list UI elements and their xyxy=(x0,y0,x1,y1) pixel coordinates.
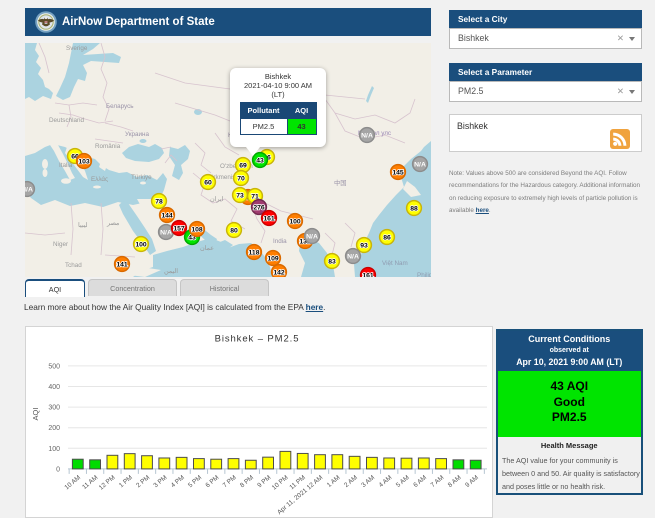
svg-text:3 PM: 3 PM xyxy=(152,474,168,489)
svg-text:6 AM: 6 AM xyxy=(412,474,428,489)
svg-text:Украина: Украина xyxy=(125,131,149,138)
svg-text:145: 145 xyxy=(392,169,404,176)
svg-text:70: 70 xyxy=(237,175,245,182)
svg-text:Việt Nam: Việt Nam xyxy=(382,260,408,267)
svg-text:România: România xyxy=(95,143,121,150)
svg-text:N/A: N/A xyxy=(25,186,33,193)
svg-text:Bishkek – PM2.5: Bishkek – PM2.5 xyxy=(215,334,300,345)
svg-text:2 AM: 2 AM xyxy=(343,474,359,489)
svg-text:161: 161 xyxy=(362,272,374,277)
svg-text:Türkiye: Türkiye xyxy=(131,174,152,181)
svg-text:N/A: N/A xyxy=(361,132,373,139)
svg-text:2 PM: 2 PM xyxy=(135,474,151,489)
svg-text:100: 100 xyxy=(48,446,60,453)
svg-text:India: India xyxy=(273,238,287,245)
svg-text:8 PM: 8 PM xyxy=(239,474,255,489)
svg-text:مصر: مصر xyxy=(106,220,119,227)
svg-text:103: 103 xyxy=(78,158,90,165)
svg-text:93: 93 xyxy=(360,242,368,249)
svg-text:Niger: Niger xyxy=(53,241,68,248)
svg-text:N/A: N/A xyxy=(347,253,359,260)
svg-text:200: 200 xyxy=(48,425,60,432)
svg-text:9 PM: 9 PM xyxy=(256,474,272,489)
svg-text:10 AM: 10 AM xyxy=(63,474,82,491)
svg-text:中国: 中国 xyxy=(334,178,347,187)
svg-text:73: 73 xyxy=(236,192,244,199)
svg-text:100: 100 xyxy=(135,241,147,248)
svg-text:Tchad: Tchad xyxy=(65,262,82,269)
svg-text:N/A: N/A xyxy=(160,229,172,236)
svg-text:10 PM: 10 PM xyxy=(271,474,290,491)
svg-text:88: 88 xyxy=(410,205,418,212)
svg-text:عمان: عمان xyxy=(200,245,214,252)
svg-text:86: 86 xyxy=(383,234,391,241)
svg-text:Беларусь: Беларусь xyxy=(106,103,134,110)
svg-text:5 AM: 5 AM xyxy=(395,474,411,489)
svg-text:3 AM: 3 AM xyxy=(360,474,376,489)
svg-text:60: 60 xyxy=(204,179,212,186)
svg-text:1 PM: 1 PM xyxy=(118,474,134,489)
svg-text:Deutschland: Deutschland xyxy=(49,117,85,124)
svg-text:118: 118 xyxy=(249,249,260,256)
svg-text:Sverige: Sverige xyxy=(66,45,88,52)
svg-text:7 PM: 7 PM xyxy=(222,474,238,489)
svg-text:11 AM: 11 AM xyxy=(81,474,99,491)
svg-text:400: 400 xyxy=(48,384,60,391)
svg-text:AQI: AQI xyxy=(31,408,40,421)
svg-text:N/A: N/A xyxy=(306,233,318,240)
svg-text:ايران: ايران xyxy=(210,196,224,203)
svg-text:5 PM: 5 PM xyxy=(187,474,203,489)
svg-text:9 AM: 9 AM xyxy=(464,474,480,489)
svg-text:157: 157 xyxy=(173,225,185,232)
svg-text:100: 100 xyxy=(289,218,301,225)
svg-text:78: 78 xyxy=(155,198,163,205)
svg-text:4 PM: 4 PM xyxy=(170,474,186,489)
svg-text:12 PM: 12 PM xyxy=(98,474,117,491)
svg-text:109: 109 xyxy=(267,255,279,262)
svg-text:108: 108 xyxy=(191,226,203,233)
svg-text:141: 141 xyxy=(116,261,128,268)
svg-text:7 AM: 7 AM xyxy=(430,474,446,489)
svg-text:6 PM: 6 PM xyxy=(204,474,220,489)
svg-text:8 AM: 8 AM xyxy=(447,474,463,489)
svg-text:N/A: N/A xyxy=(414,161,426,168)
svg-text:4 AM: 4 AM xyxy=(378,474,394,489)
svg-text:اليمن: اليمن xyxy=(164,268,178,275)
svg-text:0: 0 xyxy=(56,466,60,473)
svg-text:Ελλάς: Ελλάς xyxy=(91,175,108,183)
svg-text:161: 161 xyxy=(263,215,275,222)
svg-text:69: 69 xyxy=(239,162,247,169)
svg-text:83: 83 xyxy=(328,258,336,265)
svg-text:1 AM: 1 AM xyxy=(326,474,342,489)
svg-text:ليبيا: ليبيا xyxy=(78,222,88,229)
svg-text:300: 300 xyxy=(48,405,60,412)
svg-text:Philippine: Philippine xyxy=(417,272,431,277)
svg-text:276: 276 xyxy=(253,204,265,211)
svg-text:142: 142 xyxy=(273,269,285,276)
svg-text:500: 500 xyxy=(48,363,60,370)
svg-text:Italia: Italia xyxy=(59,162,73,169)
svg-text:80: 80 xyxy=(230,227,238,234)
svg-text:144: 144 xyxy=(161,212,173,219)
svg-text:43: 43 xyxy=(256,157,264,164)
